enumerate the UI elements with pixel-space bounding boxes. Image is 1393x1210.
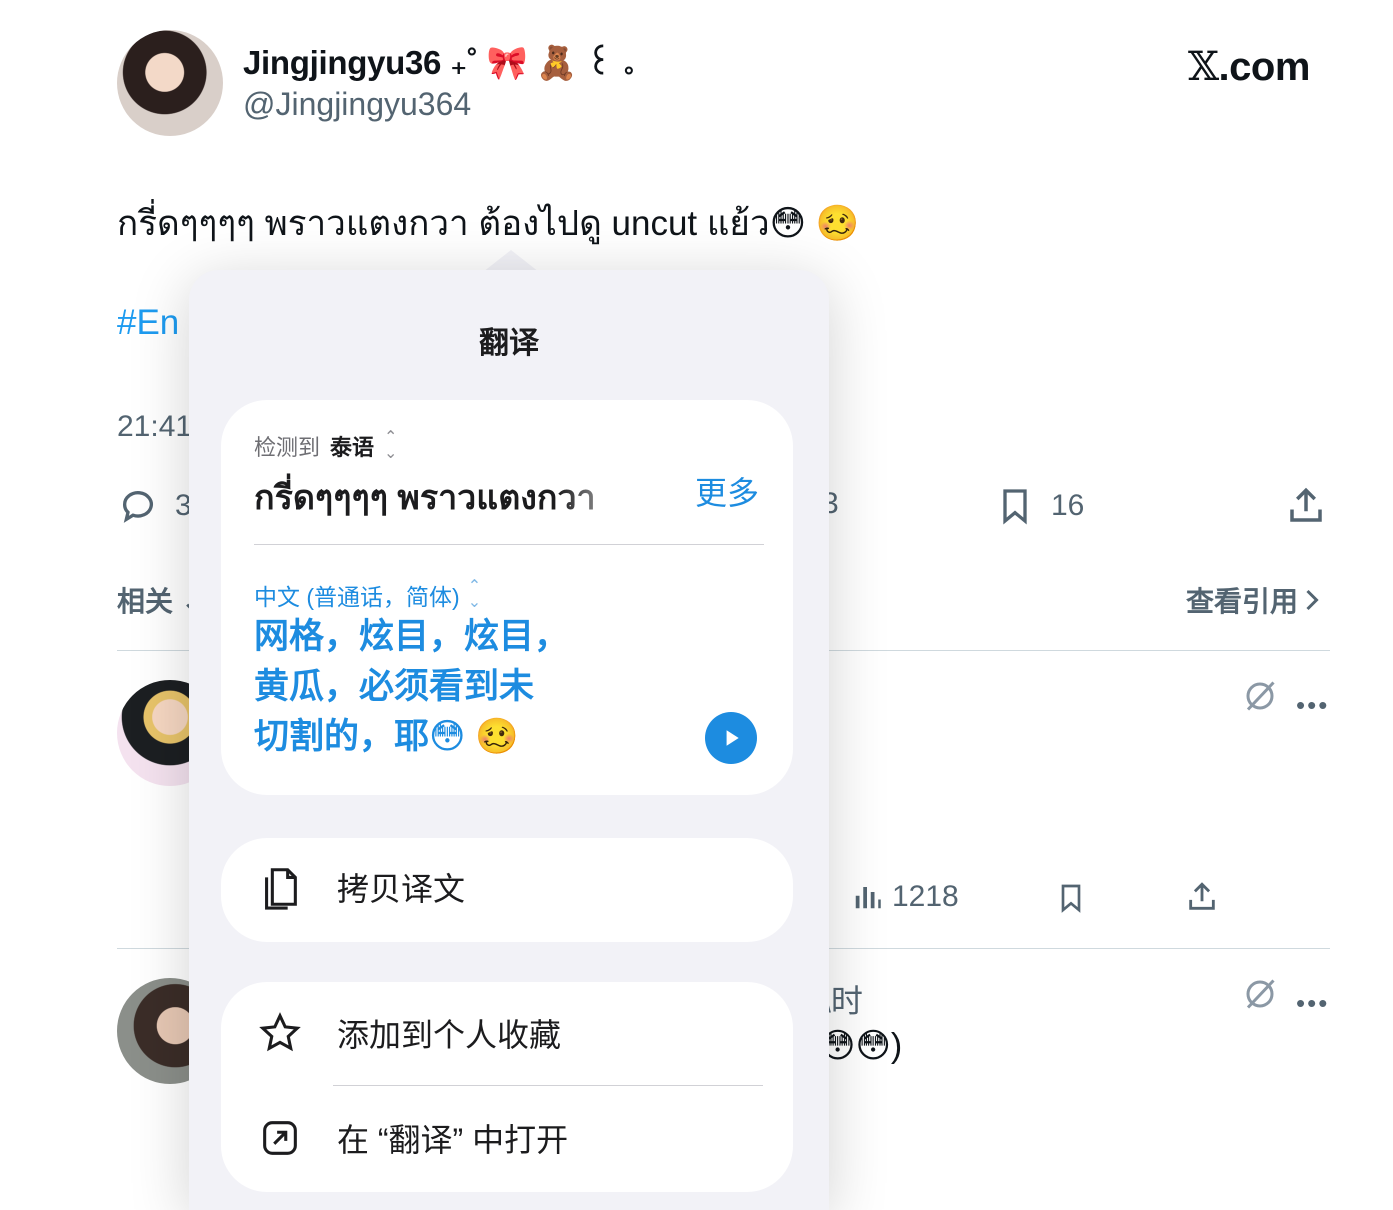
view-quotes-link[interactable]: 查看引用: [1186, 580, 1320, 620]
open-external-icon: [263, 1121, 297, 1155]
add-to-favorites-label: 添加到个人收藏: [337, 1017, 562, 1053]
target-language-picker[interactable]: 中文 (普通话，简体) ⌃ ⌄: [254, 578, 481, 612]
view-quotes-label: 查看引用: [1186, 586, 1299, 617]
more-options-icon[interactable]: •••: [1296, 690, 1329, 721]
translation-card: 检测到 泰语 ⌃ ⌄ กรี่ดๆๆๆๆ พราวแตงกวา 更多 中文 (普通…: [221, 400, 793, 795]
chevron-right-icon: [1306, 589, 1319, 611]
tweet-text: กรี่ดๆๆๆๆ พราวแตงกวา ต้องไปดู uncut แย้ว…: [117, 204, 860, 243]
grok-icon: [1246, 979, 1275, 1009]
copy-translation-button[interactable]: 拷贝译文: [257, 860, 465, 914]
source-language-picker[interactable]: 检测到 泰语 ⌃ ⌄: [254, 430, 397, 462]
author-handle[interactable]: @Jingjingyu364: [243, 86, 471, 123]
copy-icon: [265, 868, 297, 910]
author-avatar[interactable]: [117, 30, 223, 136]
author-name[interactable]: Jingjingyu36 ₊˚ 🎀 🧸 ꒰ ｡: [243, 40, 633, 83]
bookmark-icon: [1003, 489, 1027, 525]
brand-domain: .com: [1218, 45, 1311, 89]
copy-translation-card[interactable]: 拷贝译文: [221, 838, 793, 942]
copy-translation-label: 拷贝译文: [337, 871, 466, 907]
share-button[interactable]: [1285, 485, 1327, 532]
add-to-favorites-button[interactable]: 添加到个人收藏: [257, 1010, 561, 1056]
card-divider: [254, 544, 764, 545]
translated-line: 切割的，耶😳 🥴: [254, 717, 519, 756]
reply-icon: [123, 491, 153, 523]
share-icon: [1290, 487, 1322, 522]
actions-divider: [333, 1085, 763, 1086]
popup-title: 翻译: [479, 327, 539, 360]
star-icon: [259, 1012, 301, 1052]
reply-bookmark-button[interactable]: [1055, 880, 1087, 921]
translated-line: 网格，炫目，炫目，: [254, 617, 570, 656]
x-com-logo: 𝕏.com: [1188, 44, 1310, 90]
chevron-updown-icon: ⌃ ⌄: [384, 429, 398, 462]
translated-text: 网格，炫目，炫目， 黄瓜，必须看到未 切割的，耶😳 🥴: [254, 612, 674, 762]
reply-share-button[interactable]: [1185, 880, 1219, 919]
reply-button[interactable]: 3: [117, 486, 192, 526]
grok-button[interactable]: [1242, 976, 1278, 1017]
bookmark-icon: [1061, 884, 1081, 913]
target-language: 中文 (普通话，简体): [254, 584, 460, 610]
bookmark-button[interactable]: 16: [995, 485, 1084, 527]
translate-popover: 翻译 检测到 泰语 ⌃ ⌄ กรี่ดๆๆๆๆ พราวแตงกวา 更多 中文 …: [189, 270, 829, 1210]
actions-card: 添加到个人收藏 在 “翻译” 中打开: [221, 982, 793, 1192]
detected-prefix: 检测到: [254, 435, 321, 460]
reply-text: 😳😳): [820, 1027, 903, 1065]
reply-views[interactable]: 1218: [852, 880, 959, 914]
popup-arrow: [483, 250, 539, 272]
play-button[interactable]: [705, 712, 757, 764]
grok-button[interactable]: [1242, 678, 1278, 719]
more-options-icon[interactable]: •••: [1296, 988, 1329, 1019]
tweet-timestamp[interactable]: 21:41: [117, 410, 192, 444]
share-icon: [1189, 882, 1215, 910]
grok-icon: [1246, 681, 1275, 711]
open-in-translate-label: 在 “翻译” 中打开: [337, 1122, 569, 1158]
source-text: กรี่ดๆๆๆๆ พราวแตงกวา: [254, 479, 596, 517]
open-in-translate-button[interactable]: 在 “翻译” 中打开: [257, 1115, 568, 1161]
more-button[interactable]: 更多: [695, 468, 759, 514]
detected-language: 泰语: [330, 435, 375, 460]
views-count: 1218: [892, 880, 959, 913]
views-icon: [855, 887, 881, 909]
bookmark-count: 16: [1051, 489, 1085, 522]
chevron-updown-icon: ⌃ ⌄: [467, 578, 482, 611]
play-icon: [726, 730, 739, 746]
translated-line: 黄瓜，必须看到未: [254, 667, 535, 706]
hashtag-link[interactable]: #En: [117, 303, 179, 343]
x-logo-icon: 𝕏: [1188, 44, 1219, 90]
